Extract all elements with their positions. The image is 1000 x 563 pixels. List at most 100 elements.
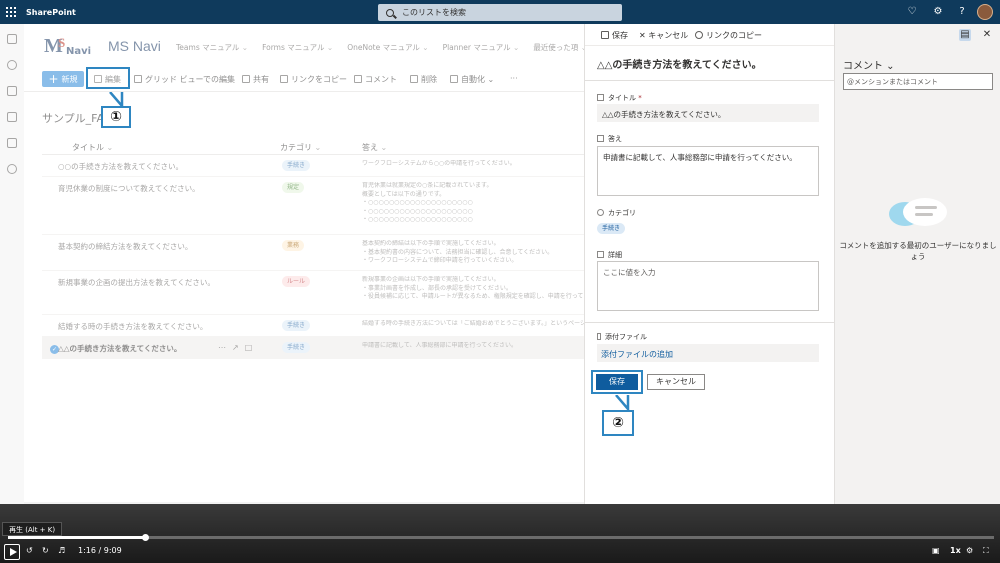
automate-button[interactable]: 自動化 ⌄ — [450, 74, 494, 85]
answer-field[interactable]: 申請書に記載して、人事総務部に申請を行ってください。 — [597, 146, 819, 196]
panel-divider — [585, 322, 835, 323]
add-attachment-link[interactable]: 添付ファイルの追加 — [597, 344, 819, 362]
globe-icon[interactable] — [7, 60, 17, 70]
logo-navi: Navi — [66, 46, 92, 57]
list-icon[interactable] — [7, 138, 17, 148]
document-icon[interactable] — [7, 112, 17, 122]
sharepoint-brand[interactable]: SharePoint — [26, 8, 76, 17]
table-row[interactable]: 育児休業の制度について教えてください。 規定 育児休業は就業規定の○条に記載されてい… — [42, 177, 584, 235]
play-button[interactable] — [4, 544, 20, 560]
nav-forms-manual[interactable]: Forms マニュアル — [262, 42, 333, 53]
panel-save-command[interactable]: 保存 — [601, 30, 628, 41]
gear-icon[interactable]: ⚙ — [932, 6, 944, 18]
suite-bar: SharePoint このリストを検索 ♡ ⚙ ? — [0, 0, 1000, 24]
settings-icon[interactable]: ⚙ — [966, 546, 973, 555]
column-title[interactable]: タイトル — [72, 142, 113, 153]
title-field[interactable]: △△の手続き方法を教えてください。 — [597, 104, 819, 122]
paperclip-icon — [597, 333, 601, 340]
search-icon — [386, 8, 394, 17]
panel-cancel-command[interactable]: ✕ キャンセル — [639, 30, 688, 41]
cancel-button[interactable]: キャンセル — [647, 374, 705, 390]
close-icon[interactable]: ✕ — [981, 29, 993, 41]
row-answer: 基本契約の締結は以下の手順で実施してください。 ・基本契約書の内容について、法務… — [362, 240, 554, 264]
speed-button[interactable]: 1x — [950, 546, 961, 555]
progress-fill — [8, 536, 146, 539]
share-icon — [242, 75, 250, 83]
row-title[interactable]: ○○の手続き方法を教えてください。 — [58, 161, 183, 172]
new-button[interactable]: + 新規 — [42, 71, 84, 87]
megaphone-icon[interactable]: ♡ — [906, 6, 918, 18]
site-title[interactable]: MS Navi — [108, 38, 161, 54]
share-button[interactable]: 共有 — [242, 74, 269, 85]
table-row[interactable]: 結婚する時の手続き方法を教えてください。 手続き 結婚する時の手続き方法については「… — [42, 315, 584, 337]
attachment-label: 添付ファイル — [597, 332, 647, 342]
panel-copy-link-command[interactable]: リンクのコピー — [695, 30, 762, 41]
callout-save-highlight — [591, 370, 643, 394]
help-icon[interactable]: ? — [956, 6, 968, 18]
skip-forward-icon[interactable]: ↻ — [42, 546, 49, 555]
callout-pointer-2 — [615, 395, 630, 411]
close-icon: ✕ — [639, 31, 649, 40]
row-answer: ワークフローシステムから○○の申請を行ってください。 — [362, 160, 516, 167]
nav-onenote-manual[interactable]: OneNote マニュアル — [347, 42, 428, 53]
new-label: 新規 — [61, 74, 78, 84]
logo-s: S — [58, 35, 66, 50]
row-title[interactable]: 結婚する時の手続き方法を教えてください。 — [58, 321, 207, 332]
detail-field-label: 詳細 — [597, 250, 622, 260]
row-title[interactable]: 育児休業の制度について教えてください。 — [58, 183, 200, 194]
trash-icon — [410, 75, 418, 83]
row-answer: 結婚する時の手続き方法については「ご結婚おめでとうございます。」というページを参… — [362, 320, 584, 327]
home-icon[interactable] — [7, 34, 17, 44]
top-navigation: Teams マニュアル Forms マニュアル OneNote マニュアル Pl… — [176, 42, 587, 53]
category-value-pill[interactable]: 手続き — [597, 223, 626, 234]
callout-number-1: ① — [101, 106, 131, 128]
copy-link-button[interactable]: リンクをコピー — [280, 74, 347, 85]
row-title[interactable]: △△の手続き方法を教えてください。 — [58, 343, 181, 354]
add-circle-icon[interactable] — [7, 164, 17, 174]
more-button[interactable]: ··· — [510, 74, 518, 83]
grid-edit-button[interactable]: グリッド ビューでの編集 — [134, 74, 235, 85]
nav-teams-manual[interactable]: Teams マニュアル — [176, 42, 248, 53]
column-answer[interactable]: 答え — [362, 142, 387, 153]
row-title[interactable]: 基本契約の締結方法を教えてください。 — [58, 241, 192, 252]
plus-icon: + — [48, 72, 59, 86]
table-row[interactable]: 基本契約の締結方法を教えてください。 業務 基本契約の締結は以下の手順で実施してくだ… — [42, 235, 584, 271]
app-launcher-icon[interactable] — [6, 7, 16, 17]
panel-divider — [585, 80, 835, 81]
nav-planner-manual[interactable]: Planner マニュアル — [443, 42, 520, 53]
column-category[interactable]: カテゴリ — [280, 142, 321, 153]
multiline-field-icon — [597, 135, 604, 142]
table-row[interactable]: ✓ ⋯↗□ △△の手続き方法を教えてください。 手続き 申請書に記載して、人事総務部に申… — [42, 337, 584, 359]
title-field-label: タイトル * — [597, 93, 642, 103]
left-rail — [0, 24, 24, 563]
skip-back-icon[interactable]: ↺ — [26, 546, 33, 555]
answer-field-label: 答え — [597, 134, 622, 144]
progress-bar[interactable] — [8, 534, 994, 541]
comment-input[interactable]: @メンションまたはコメント — [843, 73, 993, 90]
comments-title[interactable]: コメント ⌄ — [843, 57, 895, 72]
news-icon[interactable] — [7, 86, 17, 96]
comment-button[interactable]: コメント — [354, 74, 397, 85]
row-actions[interactable]: ⋯↗□ — [218, 343, 258, 352]
detail-field[interactable]: ここに値を入力 — [597, 261, 819, 311]
row-title[interactable]: 新規事業の企画の提出方法を教えてください。 — [58, 277, 215, 288]
avatar[interactable] — [977, 4, 993, 20]
delete-button[interactable]: 削除 — [410, 74, 437, 85]
comments-pane: ▤ ✕ コメント ⌄ @メンションまたはコメント コメントを追加する最初のユーザ… — [834, 24, 1000, 504]
nav-recent[interactable]: 最近使った項 — [533, 42, 587, 53]
progress-handle[interactable] — [142, 534, 150, 541]
panel-title: △△の手続き方法を教えてください。 — [597, 60, 762, 71]
table-row[interactable]: 新規事業の企画の提出方法を教えてください。 ルール 新規事業の企画は以下の手順で実施… — [42, 271, 584, 315]
multiline-field-icon — [597, 251, 604, 258]
fullscreen-icon[interactable]: ⛶ — [983, 546, 989, 556]
table-row[interactable]: ○○の手続き方法を教えてください。 手続き ワークフローシステムから○○の申請を行っ… — [42, 155, 584, 177]
grid-icon — [134, 75, 142, 83]
comments-toggle-icon[interactable]: ▤ — [959, 29, 971, 41]
comments-header: ▤ ✕ — [835, 24, 1000, 46]
captions-icon[interactable]: ▣ — [932, 546, 940, 555]
site-logo[interactable]: M S Navi — [44, 34, 94, 60]
search-box[interactable]: このリストを検索 — [378, 4, 622, 21]
volume-icon[interactable]: ♬ — [58, 546, 65, 555]
row-category-pill: 業務 — [282, 240, 305, 251]
category-field-label: カテゴリ — [597, 208, 636, 218]
